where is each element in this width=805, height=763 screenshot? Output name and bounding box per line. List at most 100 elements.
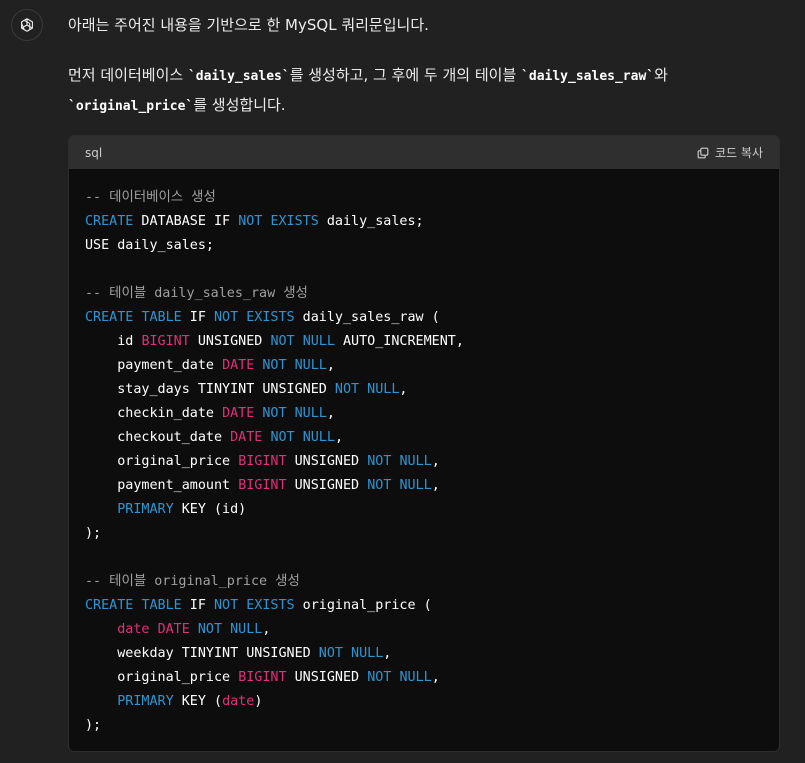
code-token: IF [181, 598, 214, 613]
paragraph-text: 를 생성합니다. [193, 96, 286, 114]
paragraph-text: 와 [654, 66, 668, 84]
code-token: NOT [367, 670, 392, 685]
code-token: -- 데이터베이스 생성 [85, 190, 216, 205]
code-token: CREATE [85, 598, 134, 613]
copy-code-button[interactable]: 코드 복사 [696, 144, 763, 161]
code-token: ); [85, 526, 102, 541]
code-token: DATE [222, 406, 255, 421]
code-line: -- 데이터베이스 생성 [85, 186, 763, 210]
code-line: id BIGINT UNSIGNED NOT NULL AUTO_INCREME… [85, 330, 763, 354]
code-token: DATABASE IF [133, 214, 239, 229]
code-token: NULL [367, 382, 400, 397]
code-token: NOT [214, 310, 239, 325]
code-line: -- 테이블 daily_sales_raw 생성 [85, 282, 763, 306]
code-line: USE daily_sales; [85, 234, 763, 258]
code-token: checkout_date [85, 430, 231, 445]
code-token: NOT [238, 214, 263, 229]
code-token: BIGINT [238, 478, 287, 493]
code-token: NULL [399, 670, 432, 685]
code-token: BIGINT [238, 670, 287, 685]
code-token: checkin_date [85, 406, 223, 421]
code-token: NOT [367, 478, 392, 493]
code-token: daily_sales; [318, 214, 424, 229]
code-line: checkin_date DATE NOT NULL, [85, 402, 763, 426]
avatar [11, 9, 43, 41]
code-token: ) [254, 694, 263, 709]
paragraph-text: 먼저 데이터베이스 [68, 66, 188, 84]
code-token: EXISTS [246, 598, 295, 613]
code-token: NULL [294, 358, 327, 373]
code-token: DATE [157, 622, 190, 637]
code-token: NULL [302, 430, 335, 445]
code-line: CREATE DATABASE IF NOT EXISTS daily_sale… [85, 210, 763, 234]
code-line: original_price BIGINT UNSIGNED NOT NULL, [85, 450, 763, 474]
code-token: UNSIGNED [189, 334, 271, 349]
inline-code-table: `original_price` [68, 99, 194, 114]
message-paragraph: 먼저 데이터베이스 `daily_sales`를 생성하고, 그 후에 두 개의… [68, 61, 768, 121]
code-token: original_price [85, 670, 239, 685]
code-token: DATE [222, 358, 255, 373]
code-token: id [85, 334, 142, 349]
code-block: sql 코드 복사 -- 데이터베이스 생성 CREATE DATABASE IF… [68, 135, 780, 752]
code-line: stay_days TINYINT UNSIGNED NOT NULL, [85, 378, 763, 402]
code-token: CREATE [85, 310, 134, 325]
code-token: NULL [302, 334, 335, 349]
code-token: , [431, 454, 440, 469]
paragraph-text: 를 생성하고, 그 후에 두 개의 테이블 [289, 66, 522, 84]
code-header: sql 코드 복사 [69, 136, 779, 169]
code-line: date DATE NOT NULL, [85, 618, 763, 642]
code-token: CREATE [85, 214, 134, 229]
code-token: PRIMARY [117, 694, 174, 709]
code-token: ); [85, 718, 102, 733]
code-line: checkout_date DATE NOT NULL, [85, 426, 763, 450]
code-token: , [326, 406, 335, 421]
code-token: original_price ( [294, 598, 432, 613]
code-line: CREATE TABLE IF NOT EXISTS daily_sales_r… [85, 306, 763, 330]
code-token: NOT [318, 646, 343, 661]
code-line: payment_amount BIGINT UNSIGNED NOT NULL, [85, 474, 763, 498]
code-token: NOT [214, 598, 239, 613]
code-token: KEY ( [173, 694, 223, 709]
code-token: IF [181, 310, 214, 325]
code-token: , [431, 478, 440, 493]
code-line: PRIMARY KEY (id) [85, 498, 763, 522]
code-token: , [326, 358, 335, 373]
code-token: BIGINT [238, 454, 287, 469]
code-token: daily_sales_raw ( [294, 310, 440, 325]
code-token: , [383, 646, 392, 661]
copy-icon [697, 147, 709, 158]
code-token: stay_days TINYINT UNSIGNED [85, 382, 335, 397]
copy-code-label: 코드 복사 [715, 146, 763, 160]
code-line: ); [85, 522, 763, 546]
code-token: NOT [262, 358, 287, 373]
code-token: BIGINT [141, 334, 190, 349]
code-token: DATE [230, 430, 263, 445]
code-token: UNSIGNED [286, 454, 368, 469]
code-token: NOT [334, 382, 360, 397]
code-token: NULL [230, 622, 263, 637]
code-content[interactable]: -- 데이터베이스 생성 CREATE DATABASE IF NOT EXIST… [69, 169, 779, 738]
code-token: payment_amount [85, 478, 239, 493]
code-token: NULL [399, 478, 432, 493]
message-intro: 아래는 주어진 내용을 기반으로 한 MySQL 쿼리문입니다. [68, 16, 429, 34]
code-token: , [334, 430, 343, 445]
code-token: NOT [270, 334, 295, 349]
code-line: payment_date DATE NOT NULL, [85, 354, 763, 378]
code-token: -- 테이블 original_price 생성 [85, 574, 300, 589]
code-token: EXISTS [270, 214, 319, 229]
code-token: TABLE [141, 598, 182, 613]
code-line: CREATE TABLE IF NOT EXISTS original_pric… [85, 594, 763, 618]
code-line: ); [85, 714, 763, 738]
code-line: PRIMARY KEY (date) [85, 690, 763, 714]
code-token: EXISTS [246, 310, 295, 325]
